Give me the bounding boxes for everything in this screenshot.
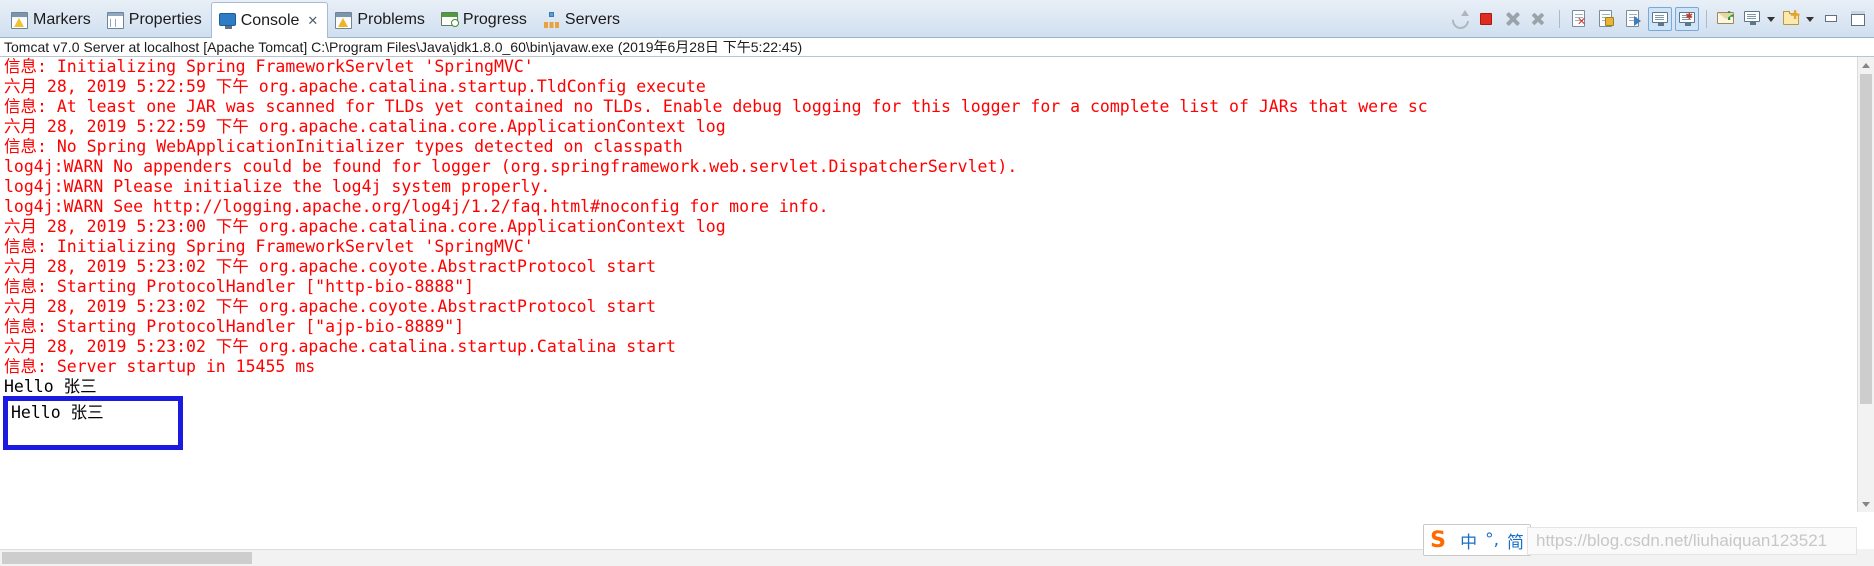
vertical-scrollbar-thumb[interactable] — [1860, 74, 1872, 404]
pin-plus-badge: ✚ — [1723, 9, 1734, 23]
word-wrap-icon[interactable] — [1621, 7, 1645, 31]
console-output[interactable]: 信息: Initializing Spring FrameworkServlet… — [0, 57, 1857, 512]
console-line: 信息: Starting ProtocolHandler ["ajp-bio-8… — [4, 317, 465, 336]
console-line: 信息: No Spring WebApplicationInitializer … — [4, 137, 683, 156]
console-line: 信息: Initializing Spring FrameworkServlet… — [4, 237, 534, 256]
process-description: Tomcat v7.0 Server at localhost [Apache … — [0, 38, 1874, 57]
pin-envelope-shape: ✚ — [1717, 9, 1734, 24]
sogou-logo-icon[interactable]: S — [1424, 526, 1452, 554]
remove-launch-icon[interactable] — [1501, 7, 1525, 31]
show-console-on-error-icon[interactable]: ✱ — [1675, 7, 1699, 31]
scrollbar-corner — [1857, 549, 1874, 566]
open-console-folder-shape: ✚ — [1783, 8, 1800, 25]
display-console-monitor-lines — [1747, 14, 1756, 19]
tab-markers[interactable]: Markers — [4, 2, 100, 38]
console-line: 六月 28, 2019 5:22:59 下午 org.apache.catali… — [4, 117, 726, 136]
console-line: 信息: Starting ProtocolHandler ["http-bio-… — [4, 277, 475, 296]
tab-console[interactable]: Console ✕ — [210, 2, 329, 38]
console-line: log4j:WARN Please initialize the log4j s… — [4, 177, 551, 196]
remove-all-terminated-icon[interactable] — [1528, 7, 1552, 31]
console-line: 信息: Initializing Spring FrameworkServlet… — [4, 57, 534, 76]
error-star-badge: ✱ — [1685, 12, 1693, 22]
terminate-icon[interactable] — [1474, 7, 1498, 31]
ime-toolbar[interactable]: S 中 °, 简 — [1423, 524, 1531, 556]
toolbar-separator-2 — [1706, 10, 1707, 28]
tab-progress[interactable]: Progress — [434, 2, 536, 38]
display-console-monitor-shape — [1744, 11, 1760, 25]
relaunch-icon[interactable] — [1447, 7, 1471, 31]
console-line: 六月 28, 2019 5:23:02 下午 org.apache.catali… — [4, 337, 676, 356]
ime-simplified-mode[interactable]: 简 — [1507, 528, 1524, 553]
console-line: log4j:WARN No appenders could be found f… — [4, 157, 1018, 176]
open-console-plus-badge: ✚ — [1789, 8, 1800, 22]
console-line: 六月 28, 2019 5:23:00 下午 org.apache.catali… — [4, 217, 726, 236]
wrap-arrow-badge — [1634, 16, 1641, 26]
scroll-lock-icon[interactable] — [1594, 7, 1618, 31]
console-icon — [218, 13, 236, 29]
clear-console-x-badge: ✕ — [1577, 15, 1587, 28]
display-selected-console-icon[interactable] — [1741, 7, 1765, 31]
view-tab-bar: Markers Properties Console ✕ Problems Pr… — [0, 0, 1874, 38]
tab-console-label: Console — [240, 11, 300, 29]
eclipse-console-view: Markers Properties Console ✕ Problems Pr… — [0, 0, 1874, 566]
pin-console-icon[interactable]: ✚ — [1714, 7, 1738, 31]
show-console-on-output-icon[interactable] — [1648, 7, 1672, 31]
tab-problems-label: Problems — [357, 11, 425, 28]
monitor-shape-out — [1652, 12, 1668, 26]
console-line: log4j:WARN See http://logging.apache.org… — [4, 197, 829, 216]
problems-icon — [335, 11, 353, 29]
tab-strip: Markers Properties Console ✕ Problems Pr… — [4, 0, 629, 38]
ime-language-mode[interactable]: 中 — [1460, 528, 1477, 553]
toolbar-separator-1 — [1559, 10, 1560, 28]
progress-icon — [440, 12, 459, 27]
scroll-down-arrow-icon[interactable] — [1858, 496, 1874, 512]
highlight-text: Hello 张三 — [11, 403, 104, 422]
horizontal-scrollbar-thumb[interactable] — [2, 552, 252, 564]
console-line: 六月 28, 2019 5:23:02 下午 org.apache.coyote… — [4, 257, 657, 276]
console-line: 信息: Server startup in 15455 ms — [4, 357, 316, 376]
console-line: 六月 28, 2019 5:22:59 下午 org.apache.catali… — [4, 77, 706, 96]
monitor-shape-err: ✱ — [1679, 12, 1695, 26]
tab-servers[interactable]: Servers — [536, 2, 629, 38]
tab-problems[interactable]: Problems — [328, 2, 434, 38]
markers-icon — [11, 11, 28, 29]
tab-progress-label: Progress — [462, 11, 527, 28]
properties-icon — [106, 11, 124, 29]
scroll-lock-doc-shape — [1599, 10, 1614, 27]
close-icon[interactable]: ✕ — [307, 13, 318, 29]
maximize-icon[interactable] — [1846, 7, 1870, 31]
vertical-scrollbar[interactable] — [1857, 57, 1874, 512]
monitor-lines-out — [1655, 15, 1664, 20]
console-line: Hello 张三 — [4, 377, 97, 396]
clear-console-doc-shape: ✕ — [1572, 10, 1587, 28]
open-console-icon[interactable]: ✚ — [1780, 7, 1804, 31]
console-toolbar: ✕ ✱ ✚ ✚ — [1447, 3, 1870, 35]
watermark-url: https://blog.csdn.net/liuhaiquan123521 — [1527, 527, 1857, 555]
chevron-down-icon-display-console[interactable] — [1767, 16, 1775, 22]
console-line: 六月 28, 2019 5:23:02 下午 org.apache.coyote… — [4, 297, 657, 316]
minimize-icon[interactable] — [1819, 7, 1843, 31]
tab-markers-label: Markers — [33, 11, 91, 28]
word-wrap-doc-shape — [1626, 10, 1641, 27]
ime-punctuation-mode[interactable]: °, — [1485, 530, 1499, 550]
console-line: 信息: At least one JAR was scanned for TLD… — [4, 97, 1428, 116]
tab-properties[interactable]: Properties — [100, 2, 211, 38]
tab-servers-label: Servers — [564, 11, 621, 28]
scroll-up-arrow-icon[interactable] — [1858, 57, 1874, 73]
clear-console-icon[interactable]: ✕ — [1567, 7, 1591, 31]
tab-properties-label: Properties — [128, 11, 202, 28]
lock-badge — [1605, 17, 1614, 26]
servers-icon — [543, 11, 560, 29]
chevron-down-icon-open-console[interactable] — [1806, 16, 1814, 22]
